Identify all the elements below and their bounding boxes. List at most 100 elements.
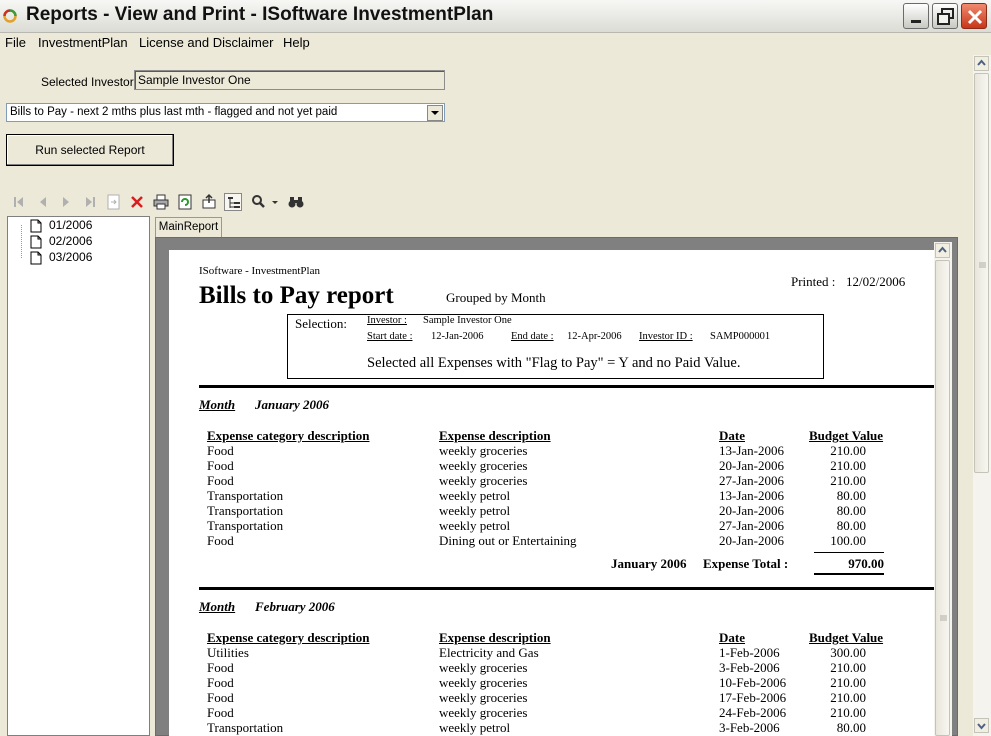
- window-scroll-thumb[interactable]: [974, 73, 989, 473]
- description-cell: Dining out or Entertaining: [439, 533, 577, 548]
- grip-icon: [940, 615, 947, 621]
- scroll-up-button[interactable]: [935, 243, 950, 258]
- next-page-button[interactable]: [57, 193, 75, 211]
- tree-item-label: 03/2006: [49, 250, 93, 264]
- table-row: Food weekly groceries 24-Feb-2006 210.00: [169, 705, 934, 720]
- date-cell: 27-Jan-2006: [719, 518, 784, 533]
- window-scroll-down-button[interactable]: [974, 718, 989, 733]
- previous-page-icon: [40, 197, 46, 207]
- next-page-icon: [63, 197, 69, 207]
- printer-icon: [153, 194, 169, 210]
- month-value: February 2006: [255, 599, 335, 614]
- menu-help[interactable]: Help: [283, 35, 310, 50]
- value-cell: 80.00: [836, 488, 866, 503]
- selection-box: Selection: Investor : Sample Investor On…: [287, 314, 824, 379]
- month-label: Month: [199, 599, 236, 614]
- description-cell: weekly petrol: [439, 503, 511, 518]
- investor-criteria-value: Sample Investor One: [423, 315, 512, 326]
- printed-label: Printed :: [791, 274, 836, 289]
- description-cell: weekly petrol: [439, 488, 511, 503]
- description-cell: Electricity and Gas: [439, 645, 539, 660]
- report-title: Bills to Pay report: [199, 282, 394, 309]
- refresh-icon: [178, 194, 192, 210]
- value-cell: 80.00: [836, 518, 866, 533]
- menu-investmentplan[interactable]: InvestmentPlan: [38, 35, 128, 50]
- chevron-up-icon: [938, 246, 947, 253]
- value-cell: 210.00: [830, 690, 866, 705]
- close-button[interactable]: [961, 3, 987, 29]
- month-label: Month: [199, 397, 236, 412]
- tree-item-label: 01/2006: [49, 218, 93, 232]
- value-cell: 210.00: [830, 443, 866, 458]
- date-cell: 24-Feb-2006: [719, 705, 787, 720]
- window-title: Reports - View and Print - ISoftware Inv…: [26, 4, 494, 25]
- maximize-button[interactable]: [932, 3, 958, 29]
- refresh-button[interactable]: [176, 193, 194, 211]
- end-date-value: 12-Apr-2006: [567, 331, 622, 342]
- window-scroll-up-button[interactable]: [974, 56, 989, 71]
- description-cell: weekly petrol: [439, 720, 511, 735]
- investor-field[interactable]: Sample Investor One: [134, 70, 445, 90]
- app-icon: [3, 9, 17, 23]
- date-cell: 13-Jan-2006: [719, 443, 784, 458]
- menu-file[interactable]: File: [5, 35, 26, 50]
- value-cell: 210.00: [830, 675, 866, 690]
- report-scrollbar[interactable]: [934, 242, 952, 736]
- chevron-up-icon: [977, 59, 986, 66]
- first-page-button[interactable]: [10, 193, 28, 211]
- dropdown-button[interactable]: [427, 105, 443, 121]
- window-scrollbar[interactable]: [973, 55, 991, 736]
- chevron-down-icon: [977, 723, 986, 730]
- minimize-icon: [911, 20, 921, 23]
- close-report-button[interactable]: [128, 193, 146, 211]
- report-select[interactable]: Bills to Pay - next 2 mths plus last mth…: [6, 103, 445, 122]
- table-row: Food weekly groceries 27-Jan-2006 210.00: [169, 473, 934, 488]
- category-cell: Food: [207, 705, 234, 720]
- zoom-button[interactable]: [250, 193, 280, 211]
- title-bar: Reports - View and Print - ISoftware Inv…: [0, 0, 991, 33]
- report-select-value: Bills to Pay - next 2 mths plus last mth…: [10, 106, 338, 118]
- value-cell: 300.00: [830, 645, 866, 660]
- last-page-button[interactable]: [81, 193, 99, 211]
- tab-mainreport[interactable]: MainReport: [155, 217, 222, 238]
- category-cell: Food: [207, 473, 234, 488]
- printed-date: 12/02/2006: [846, 274, 906, 289]
- investor-id-label: Investor ID :: [639, 331, 693, 342]
- close-x-icon: [131, 196, 143, 208]
- company-name: ISoftware - InvestmentPlan: [199, 265, 320, 277]
- category-cell: Transportation: [207, 503, 284, 518]
- table-row: Transportation weekly petrol 3-Feb-2006 80.…: [169, 720, 934, 735]
- minimize-button[interactable]: [903, 3, 929, 29]
- value-cell: 210.00: [830, 458, 866, 473]
- toggle-tree-button[interactable]: [224, 193, 242, 211]
- month-value: January 2006: [255, 397, 330, 412]
- table-row: Food Dining out or Entertaining 20-Jan-200…: [169, 533, 934, 548]
- search-button[interactable]: [287, 193, 305, 211]
- goto-page-icon: [107, 194, 120, 210]
- date-cell: 1-Feb-2006: [719, 645, 780, 660]
- description-cell: weekly groceries: [439, 458, 528, 473]
- tree-connector: [21, 225, 22, 258]
- previous-page-button[interactable]: [34, 193, 52, 211]
- column-header: Expense category description: [207, 630, 370, 645]
- date-cell: 20-Jan-2006: [719, 503, 784, 518]
- table-row: Transportation weekly petrol 27-Jan-2006 80…: [169, 518, 934, 533]
- value-cell: 100.00: [830, 533, 866, 548]
- run-report-button[interactable]: Run selected Report: [6, 134, 174, 166]
- print-button[interactable]: [152, 193, 170, 211]
- value-cell: 80.00: [836, 720, 866, 735]
- table-row: Food weekly groceries 3-Feb-2006 210.00: [169, 660, 934, 675]
- investor-label: Selected Investor: [41, 75, 134, 89]
- menu-license[interactable]: License and Disclaimer: [139, 35, 273, 50]
- column-header: Expense category description: [207, 428, 370, 443]
- category-cell: Transportation: [207, 720, 284, 735]
- date-cell: 3-Feb-2006: [719, 720, 780, 735]
- document-icon: [30, 251, 42, 265]
- export-button[interactable]: [200, 193, 218, 211]
- category-cell: Transportation: [207, 488, 284, 503]
- scroll-thumb[interactable]: [935, 260, 950, 736]
- goto-page-button[interactable]: [105, 193, 123, 211]
- column-header: Date: [719, 428, 745, 443]
- category-cell: Food: [207, 675, 234, 690]
- column-header: Date: [719, 630, 745, 645]
